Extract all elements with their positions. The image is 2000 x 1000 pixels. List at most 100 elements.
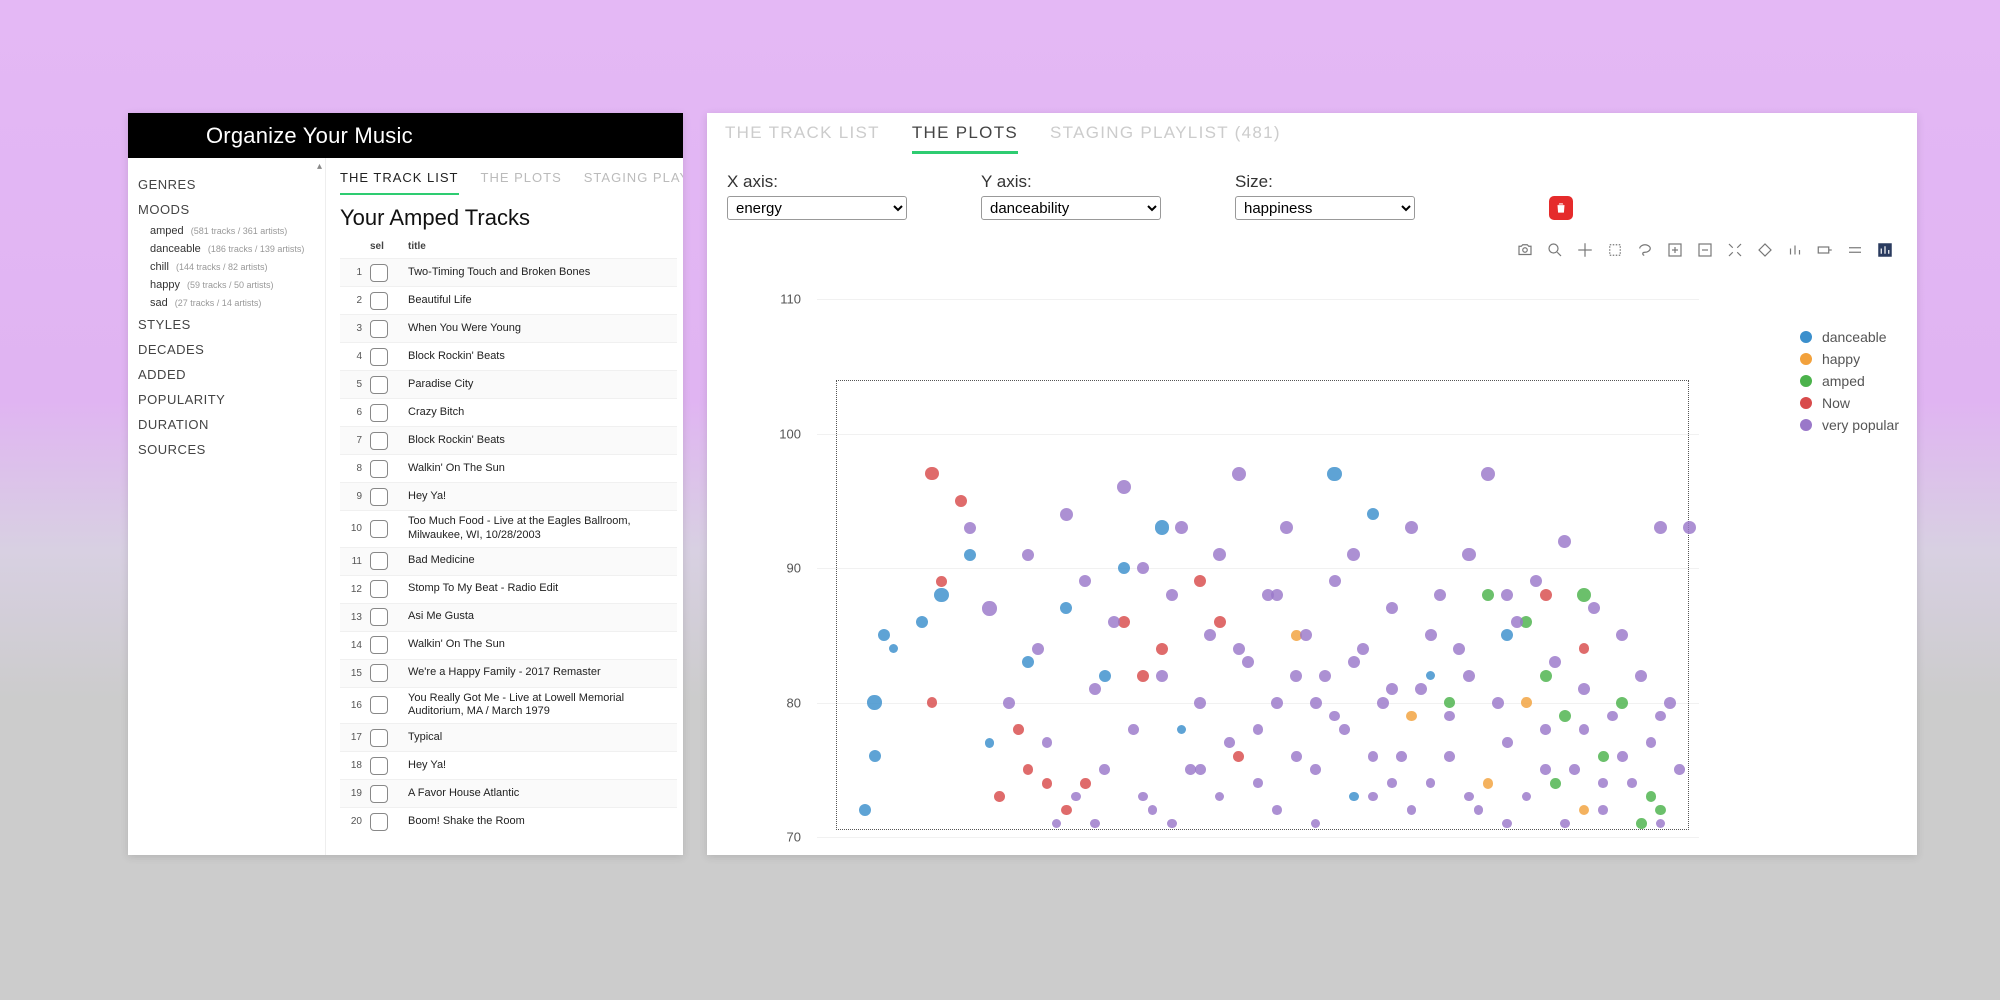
data-point[interactable] — [1272, 805, 1282, 815]
data-point[interactable] — [1138, 792, 1148, 802]
data-point[interactable] — [867, 695, 881, 709]
legend-item[interactable]: amped — [1800, 373, 1899, 389]
table-row[interactable]: 2Beautiful Life — [340, 286, 677, 314]
tab-staging-playlist-[interactable]: STAGING PLAYLIST (481) — [1050, 123, 1281, 154]
row-checkbox[interactable] — [370, 664, 388, 682]
data-point[interactable] — [955, 495, 967, 507]
data-point[interactable] — [1233, 643, 1245, 655]
row-checkbox[interactable] — [370, 813, 388, 831]
delete-button[interactable] — [1549, 196, 1573, 220]
data-point[interactable] — [1598, 751, 1609, 762]
data-point[interactable] — [1577, 588, 1591, 602]
data-point[interactable] — [1407, 805, 1417, 815]
data-point[interactable] — [1253, 778, 1263, 788]
spike-icon[interactable] — [1785, 240, 1805, 260]
data-point[interactable] — [1444, 751, 1455, 762]
data-point[interactable] — [1444, 697, 1455, 708]
data-point[interactable] — [1118, 562, 1130, 574]
table-row[interactable]: 5Paradise City — [340, 370, 677, 398]
data-point[interactable] — [1540, 670, 1552, 682]
row-checkbox[interactable] — [370, 348, 388, 366]
table-row[interactable]: 16You Really Got Me - Live at Lowell Mem… — [340, 687, 677, 724]
sidebar-subitem[interactable]: sad (27 tracks / 14 artists) — [138, 294, 325, 312]
data-point[interactable] — [1406, 711, 1417, 722]
data-point[interactable] — [1271, 697, 1283, 709]
tab-the-plots[interactable]: THE PLOTS — [912, 123, 1018, 154]
pan-icon[interactable] — [1575, 240, 1595, 260]
data-point[interactable] — [964, 522, 976, 534]
legend-item[interactable]: very popular — [1800, 417, 1899, 433]
data-point[interactable] — [1598, 805, 1608, 815]
data-point[interactable] — [1214, 616, 1226, 628]
legend-item[interactable]: happy — [1800, 351, 1899, 367]
data-point[interactable] — [1588, 602, 1600, 614]
data-point[interactable] — [1291, 751, 1302, 762]
sidebar-subitem[interactable]: chill (144 tracks / 82 artists) — [138, 258, 325, 276]
scroll-up-icon[interactable]: ▴ — [317, 161, 322, 172]
size-select[interactable]: happiness — [1235, 196, 1415, 220]
data-point[interactable] — [1128, 724, 1139, 735]
scatter-plot[interactable]: 708090100110danceablehappyampedNowvery p… — [727, 289, 1899, 847]
table-row[interactable]: 18Hey Ya! — [340, 751, 677, 779]
data-point[interactable] — [1474, 805, 1484, 815]
data-point[interactable] — [1090, 819, 1100, 829]
data-point[interactable] — [994, 791, 1005, 802]
data-point[interactable] — [1636, 818, 1647, 829]
data-point[interactable] — [1434, 589, 1446, 601]
data-point[interactable] — [1137, 670, 1149, 682]
table-row[interactable]: 19A Favor House Atlantic — [340, 779, 677, 807]
data-point[interactable] — [1617, 751, 1628, 762]
data-point[interactable] — [1099, 670, 1111, 682]
tab-staging-playlist[interactable]: STAGING PLAYLIST — [584, 170, 683, 195]
legend-item[interactable]: danceable — [1800, 329, 1899, 345]
plotly-icon[interactable] — [1875, 240, 1895, 260]
data-point[interactable] — [1032, 643, 1044, 655]
data-point[interactable] — [1060, 508, 1073, 521]
data-point[interactable] — [1453, 643, 1465, 655]
data-point[interactable] — [1550, 778, 1561, 789]
data-point[interactable] — [1492, 697, 1504, 709]
data-point[interactable] — [1155, 520, 1169, 534]
data-point[interactable] — [1166, 589, 1178, 601]
data-point[interactable] — [1233, 751, 1244, 762]
data-point[interactable] — [934, 588, 948, 602]
data-point[interactable] — [1195, 764, 1206, 775]
data-point[interactable] — [1540, 589, 1552, 601]
x-axis-select[interactable]: energy — [727, 196, 907, 220]
table-row[interactable]: 4Block Rockin' Beats — [340, 342, 677, 370]
sidebar-category[interactable]: POPULARITY — [138, 387, 325, 412]
data-point[interactable] — [1108, 616, 1120, 628]
data-point[interactable] — [964, 549, 976, 561]
data-point[interactable] — [925, 467, 938, 480]
autoscale-icon[interactable] — [1725, 240, 1745, 260]
sidebar-category[interactable]: DECADES — [138, 337, 325, 362]
data-point[interactable] — [1464, 792, 1474, 802]
data-point[interactable] — [1339, 724, 1350, 735]
data-point[interactable] — [936, 576, 947, 587]
data-point[interactable] — [1232, 467, 1246, 481]
zoom-in-icon[interactable] — [1665, 240, 1685, 260]
sidebar-subitem[interactable]: danceable (186 tracks / 139 artists) — [138, 240, 325, 258]
compare-icon[interactable] — [1845, 240, 1865, 260]
data-point[interactable] — [1569, 764, 1580, 775]
table-row[interactable]: 17Typical — [340, 723, 677, 751]
row-checkbox[interactable] — [370, 264, 388, 282]
sidebar-category[interactable]: DURATION — [138, 412, 325, 437]
data-point[interactable] — [1598, 778, 1608, 788]
data-point[interactable] — [1616, 697, 1628, 709]
data-point[interactable] — [1511, 616, 1523, 628]
data-point[interactable] — [1194, 697, 1206, 709]
data-point[interactable] — [1271, 589, 1283, 601]
data-point[interactable] — [1310, 697, 1322, 709]
sidebar-category[interactable]: MOODS — [138, 197, 325, 222]
data-point[interactable] — [1349, 792, 1359, 802]
tab-the-plots[interactable]: THE PLOTS — [481, 170, 562, 195]
data-point[interactable] — [1462, 548, 1475, 561]
data-point[interactable] — [1061, 805, 1072, 816]
data-point[interactable] — [1042, 778, 1053, 789]
data-point[interactable] — [859, 804, 871, 816]
data-point[interactable] — [1396, 751, 1407, 762]
data-point[interactable] — [1327, 467, 1341, 481]
sidebar-category[interactable]: GENRES — [138, 172, 325, 197]
row-checkbox[interactable] — [370, 488, 388, 506]
